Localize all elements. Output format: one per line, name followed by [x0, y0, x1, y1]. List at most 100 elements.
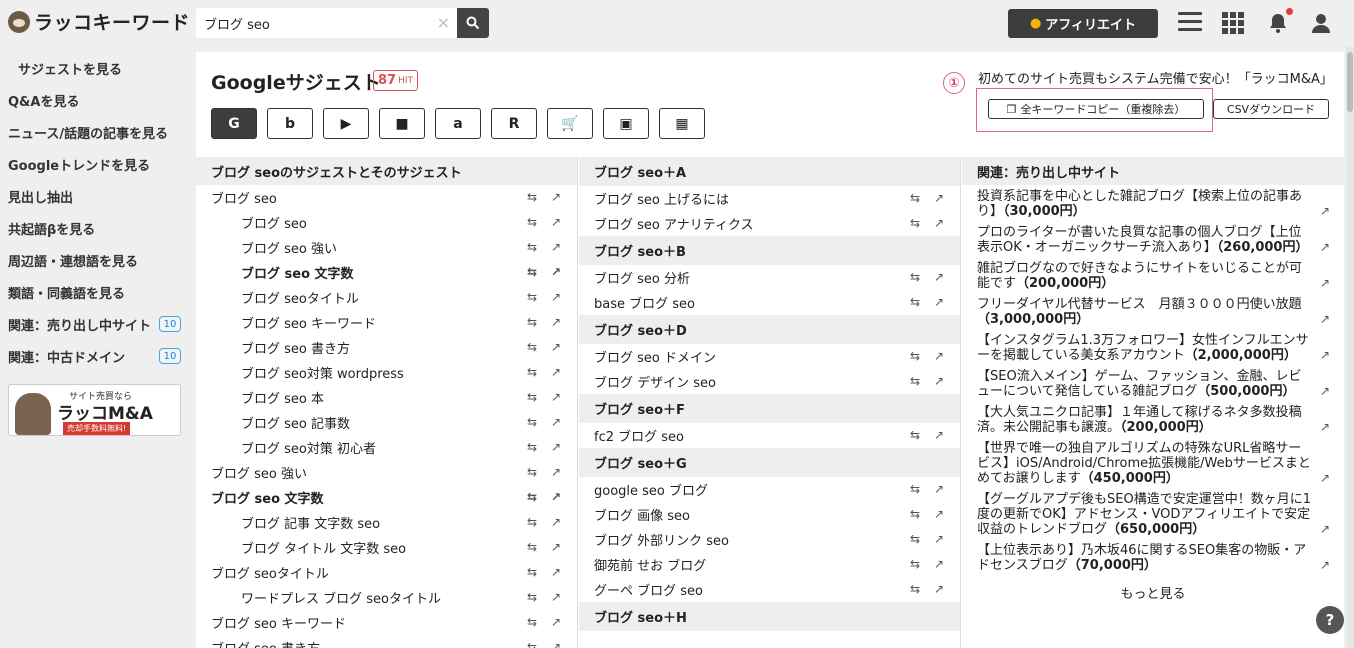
external-link-icon[interactable]: ↗ [932, 191, 946, 205]
keyword-text[interactable]: ブログ seo 文字数 [211, 488, 324, 507]
external-link-icon[interactable]: ↗ [549, 290, 563, 304]
external-link-icon[interactable]: ↗ [1320, 204, 1330, 219]
clear-icon[interactable]: × [437, 13, 450, 32]
suggest-row[interactable]: ブログ 記事 文字数 seo ⇆ ↗ [196, 510, 577, 535]
repeat-icon[interactable]: ⇆ [525, 565, 539, 579]
tab-video[interactable]: ■ [379, 108, 425, 139]
repeat-icon[interactable]: ⇆ [525, 315, 539, 329]
tab-rakuten[interactable]: R [491, 108, 537, 139]
repeat-icon[interactable]: ⇆ [525, 415, 539, 429]
bell-icon[interactable] [1267, 8, 1293, 34]
tab-google[interactable]: G [211, 108, 257, 139]
suggest-row[interactable]: ブログ seo対策 初心者 ⇆ ↗ [196, 435, 577, 460]
external-link-icon[interactable]: ↗ [549, 490, 563, 504]
suggest-row[interactable]: ブログ タイトル 文字数 seo ⇆ ↗ [196, 535, 577, 560]
keyword-text[interactable]: ブログ 画像 seo [594, 505, 690, 524]
scroll-thumb[interactable] [1347, 52, 1353, 112]
external-link-icon[interactable]: ↗ [932, 532, 946, 546]
repeat-icon[interactable]: ⇆ [908, 507, 922, 521]
external-link-icon[interactable]: ↗ [549, 315, 563, 329]
repeat-icon[interactable]: ⇆ [525, 440, 539, 454]
external-link-icon[interactable]: ↗ [1320, 384, 1330, 399]
sidebar-item-news[interactable]: ニュース/話題の記事を見る [0, 116, 190, 148]
site-listing[interactable]: フリーダイヤル代替サービス 月額３０００円使い放題（3,000,000円） ↗ [962, 293, 1344, 329]
external-link-icon[interactable]: ↗ [1320, 522, 1330, 537]
keyword-text[interactable]: 御苑前 せお ブログ [594, 555, 706, 574]
repeat-icon[interactable]: ⇆ [908, 216, 922, 230]
repeat-icon[interactable]: ⇆ [908, 582, 922, 596]
sidebar-item-headings[interactable]: 見出し抽出 [0, 180, 190, 212]
repeat-icon[interactable]: ⇆ [525, 390, 539, 404]
external-link-icon[interactable]: ↗ [932, 349, 946, 363]
suggest-row[interactable]: ブログ seo キーワード ⇆ ↗ [196, 610, 577, 635]
keyword-text[interactable]: ブログ seo対策 初心者 [241, 438, 376, 457]
keyword-text[interactable]: ブログ seoタイトル [211, 563, 329, 582]
scrollbar[interactable] [1346, 46, 1354, 648]
repeat-icon[interactable]: ⇆ [525, 465, 539, 479]
affiliate-button[interactable]: ● アフィリエイト [1008, 9, 1158, 38]
repeat-icon[interactable]: ⇆ [908, 270, 922, 284]
external-link-icon[interactable]: ↗ [1320, 420, 1330, 435]
keyword-text[interactable]: ブログ seoタイトル [241, 288, 359, 307]
keyword-text[interactable]: ブログ seo キーワード [211, 613, 346, 632]
suggest-row[interactable]: ブログ seo 本 ⇆ ↗ [196, 385, 577, 410]
repeat-icon[interactable]: ⇆ [908, 349, 922, 363]
more-link[interactable]: もっと見る [962, 575, 1344, 602]
suggest-row[interactable]: ブログ seo 記事数 ⇆ ↗ [196, 410, 577, 435]
repeat-icon[interactable]: ⇆ [908, 532, 922, 546]
suggest-row[interactable]: ブログ seo対策 wordpress ⇆ ↗ [196, 360, 577, 385]
logo[interactable]: ラッコキーワード [8, 8, 190, 35]
suggest-row[interactable]: ブログ seoタイトル ⇆ ↗ [196, 285, 577, 310]
tab-images[interactable]: ▣ [603, 108, 649, 139]
repeat-icon[interactable]: ⇆ [908, 295, 922, 309]
tab-apps[interactable]: ▦ [659, 108, 705, 139]
site-listing[interactable]: 【グーグルアプデ後もSEO構造で安定運営中！数ヶ月に1度の更新でOK】アドセンス… [962, 488, 1344, 539]
external-link-icon[interactable]: ↗ [932, 295, 946, 309]
keyword-text[interactable]: ブログ seo 書き方 [241, 338, 350, 357]
keyword-text[interactable]: ブログ seo 上げるには [594, 189, 729, 208]
suggest-row[interactable]: ブログ seo 分析 ⇆ ↗ [579, 265, 960, 290]
external-link-icon[interactable]: ↗ [549, 265, 563, 279]
external-link-icon[interactable]: ↗ [932, 216, 946, 230]
repeat-icon[interactable]: ⇆ [525, 640, 539, 648]
keyword-text[interactable]: fc2 ブログ seo [594, 426, 684, 445]
repeat-icon[interactable]: ⇆ [525, 615, 539, 629]
repeat-icon[interactable]: ⇆ [525, 540, 539, 554]
external-link-icon[interactable]: ↗ [549, 615, 563, 629]
keyword-text[interactable]: ブログ 外部リンク seo [594, 530, 729, 549]
site-listing[interactable]: 【世界で唯一の独自アルゴリズムの特殊なURL省略サービス】iOS/Android… [962, 437, 1344, 488]
external-link-icon[interactable]: ↗ [932, 428, 946, 442]
suggest-row[interactable]: ブログ seo キーワード ⇆ ↗ [196, 310, 577, 335]
rakko-ma-banner[interactable]: サイト売買なら ラッコM&A 売却手数料無料! [8, 384, 181, 436]
external-link-icon[interactable]: ↗ [549, 465, 563, 479]
sidebar-item-suggest[interactable]: サジェストを見る [0, 52, 190, 84]
keyword-text[interactable]: グーペ ブログ seo [594, 580, 703, 599]
suggest-row[interactable]: ブログ seo 書き方⇆↗ [196, 335, 577, 360]
external-link-icon[interactable]: ↗ [549, 190, 563, 204]
sidebar-item-used-domains[interactable]: 関連：中古ドメイン 10 [0, 340, 190, 372]
keyword-text[interactable]: ブログ seo 本 [241, 388, 324, 407]
tab-amazon[interactable]: a [435, 108, 481, 139]
suggest-row[interactable]: ブログ デザイン seo ⇆ ↗ [579, 369, 960, 394]
suggest-row[interactable]: ブログ seo ⇆ ↗ [196, 210, 577, 235]
repeat-icon[interactable]: ⇆ [908, 482, 922, 496]
external-link-icon[interactable]: ↗ [549, 415, 563, 429]
promo-text[interactable]: 初めてのサイト売買もシステム完備で安心！「ラッコM&A」 [978, 68, 1333, 87]
suggest-row[interactable]: ブログ seo 文字数 ⇆ ↗ [196, 260, 577, 285]
suggest-row[interactable]: ブログ seo 強い ⇆ ↗ [196, 235, 577, 260]
suggest-row[interactable]: ブログ seo ⇆ ↗ [196, 185, 577, 210]
external-link-icon[interactable]: ↗ [549, 565, 563, 579]
keyword-text[interactable]: ブログ seo 強い [241, 238, 337, 257]
sidebar-item-google-trends[interactable]: Googleトレンドを見る [0, 148, 190, 180]
external-link-icon[interactable]: ↗ [932, 582, 946, 596]
suggest-row[interactable]: ブログ seo アナリティクス ⇆ ↗ [579, 211, 960, 236]
suggest-row[interactable]: ブログ 外部リンク seo ⇆ ↗ [579, 527, 960, 552]
sidebar-item-cooccurrence[interactable]: 共起語βを見る [0, 212, 190, 244]
suggest-row[interactable]: ブログ seo 強い ⇆ ↗ [196, 460, 577, 485]
external-link-icon[interactable]: ↗ [549, 590, 563, 604]
site-listing[interactable]: 【大人気ユニクロ記事】１年通して稼げるネタ多数投稿済。未公開記事も譲渡。（200… [962, 401, 1344, 437]
suggest-row[interactable]: ブログ 画像 seo ⇆ ↗ [579, 502, 960, 527]
site-listing[interactable]: 【SEO流入メイン】ゲーム、ファッション、金融、レビューについて発信している雑記… [962, 365, 1344, 401]
hamburger-menu-icon[interactable] [1178, 12, 1202, 34]
suggest-row[interactable]: google seo ブログ ⇆ ↗ [579, 477, 960, 502]
